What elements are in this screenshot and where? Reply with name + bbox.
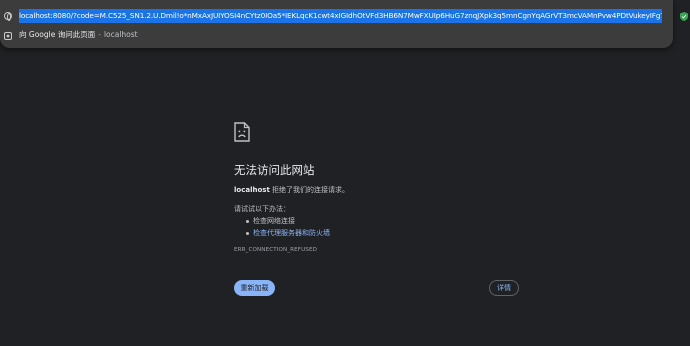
error-host: localhost (234, 186, 270, 194)
suggestion-label: 向 Google 询问此页面 - localhost (19, 29, 138, 41)
suggestion-check-proxy-link[interactable]: 检查代理服务器和防火墙 (246, 228, 330, 240)
google-lens-icon (4, 32, 12, 40)
reload-button[interactable]: 重新加载 (234, 280, 275, 296)
suggestion-separator: - (98, 30, 101, 39)
suggestions-heading: 请试试以下办法： (234, 205, 290, 213)
globe-icon (4, 12, 12, 21)
suggestion-check-network: 检查网络连接 (246, 216, 330, 228)
error-description: localhost 拒绝了我们的连接请求。 (234, 185, 349, 196)
omnibox-url-row[interactable]: localhost:8080/?code=M.C525_SN1.2.U.Dmil… (0, 8, 673, 25)
omnibox-suggestion-row[interactable]: 向 Google 询问此页面 - localhost (0, 27, 673, 45)
suggestions-list: 检查网络连接 检查代理服务器和防火墙 (246, 216, 330, 239)
shield-icon[interactable] (680, 12, 688, 21)
suggestion-text: 向 Google 询问此页面 (19, 30, 96, 39)
omnibox-dropdown: localhost:8080/?code=M.C525_SN1.2.U.Dmil… (0, 0, 673, 48)
error-code: ERR_CONNECTION_REFUSED (234, 247, 317, 253)
suggestion-host: localhost (103, 30, 138, 39)
url-input[interactable]: localhost:8080/?code=M.C525_SN1.2.U.Dmil… (19, 9, 662, 23)
error-description-text: 拒绝了我们的连接请求。 (272, 186, 350, 194)
page-title: 无法访问此网站 (234, 163, 315, 177)
sad-page-icon (234, 122, 250, 142)
details-button[interactable]: 详情 (489, 280, 519, 296)
